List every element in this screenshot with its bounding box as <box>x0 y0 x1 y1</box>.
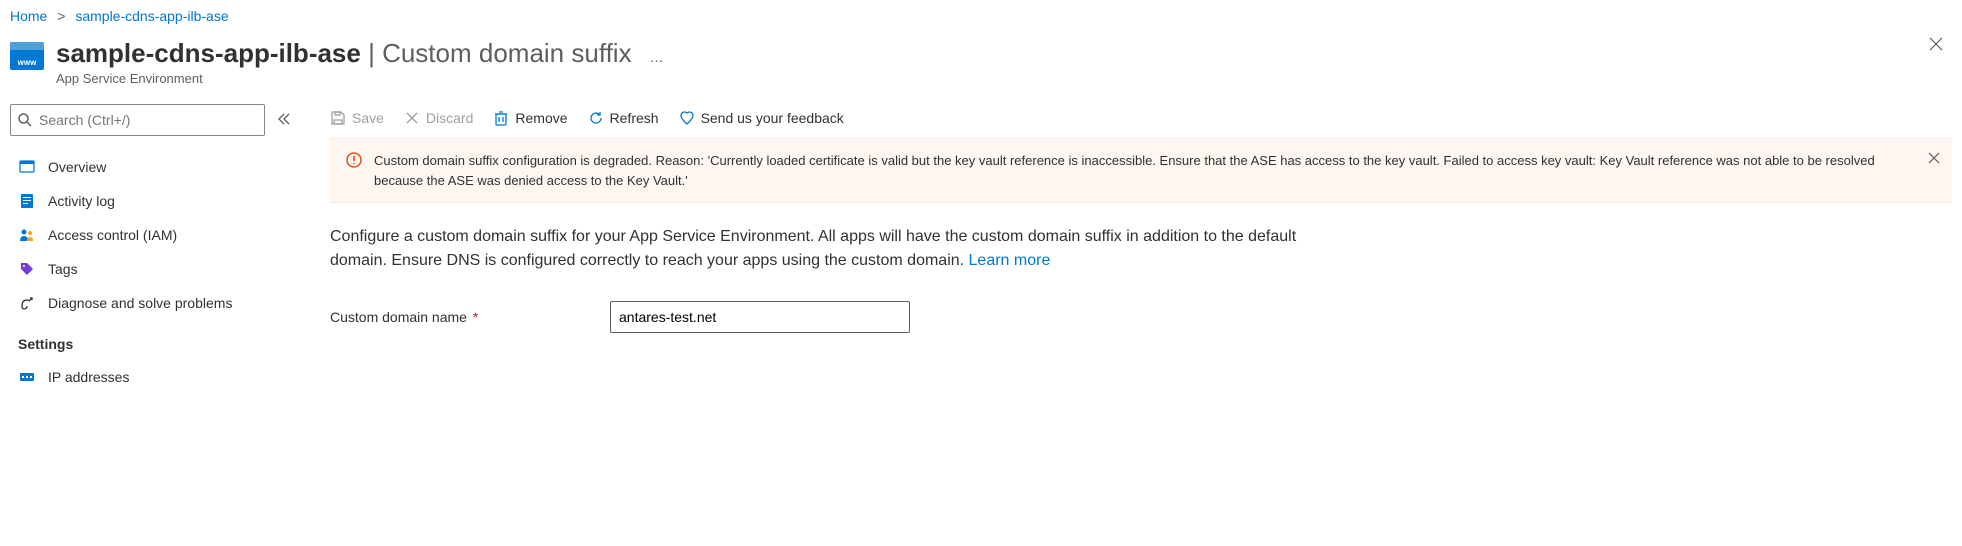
notification-bar: Custom domain suffix configuration is de… <box>330 138 1952 203</box>
sidebar-item-diagnose[interactable]: Diagnose and solve problems <box>10 286 300 320</box>
page-title-separator: | <box>361 38 382 68</box>
required-indicator: * <box>473 309 478 325</box>
sidebar-item-tags[interactable]: Tags <box>10 252 300 286</box>
heart-icon <box>679 110 695 126</box>
activity-log-icon <box>18 192 36 210</box>
sidebar-item-label: Diagnose and solve problems <box>48 295 232 311</box>
learn-more-link[interactable]: Learn more <box>969 252 1051 269</box>
description-text: Configure a custom domain suffix for you… <box>330 225 1330 273</box>
diagnose-icon <box>18 294 36 312</box>
sidebar-item-label: Activity log <box>48 193 115 209</box>
sidebar-item-activity-log[interactable]: Activity log <box>10 184 300 218</box>
feedback-button[interactable]: Send us your feedback <box>679 110 844 126</box>
discard-button[interactable]: Discard <box>404 110 473 126</box>
notification-close-button[interactable] <box>1928 151 1940 167</box>
page-section-title: Custom domain suffix <box>382 38 632 68</box>
access-control-icon <box>18 226 36 244</box>
chevron-double-left-icon <box>277 112 291 126</box>
sidebar-item-label: Overview <box>48 159 106 175</box>
tags-icon <box>18 260 36 278</box>
save-icon <box>330 110 346 126</box>
refresh-icon <box>588 110 604 126</box>
remove-button[interactable]: Remove <box>493 110 567 126</box>
resource-icon-label: www <box>18 58 37 67</box>
header-more-button[interactable]: … <box>649 49 664 65</box>
sidebar-item-label: Access control (IAM) <box>48 227 177 243</box>
ip-addresses-icon <box>18 368 36 386</box>
toolbar-label: Send us your feedback <box>701 110 844 126</box>
close-button[interactable] <box>1928 36 1944 55</box>
sidebar: Overview Activity log Access control (IA… <box>0 104 300 394</box>
main-content: Save Discard Remove <box>300 104 1962 394</box>
warning-icon <box>346 152 362 190</box>
toolbar-label: Remove <box>515 110 567 126</box>
description-body: Configure a custom domain suffix for you… <box>330 228 1296 269</box>
save-button[interactable]: Save <box>330 110 384 126</box>
custom-domain-label: Custom domain name * <box>330 309 610 325</box>
page-subtitle: App Service Environment <box>56 71 1952 86</box>
sidebar-item-ip-addresses[interactable]: IP addresses <box>10 360 300 394</box>
toolbar-label: Discard <box>426 110 473 126</box>
app-service-environment-icon: www <box>10 42 44 70</box>
notification-text: Custom domain suffix configuration is de… <box>374 151 1912 190</box>
sidebar-search-input[interactable] <box>10 104 265 136</box>
toolbar-label: Refresh <box>610 110 659 126</box>
page-header: www sample-cdns-app-ilb-ase | Custom dom… <box>0 28 1962 104</box>
breadcrumb-resource[interactable]: sample-cdns-app-ilb-ase <box>75 8 228 24</box>
breadcrumb-separator: > <box>57 8 65 24</box>
sidebar-item-label: IP addresses <box>48 369 129 385</box>
breadcrumb: Home > sample-cdns-app-ilb-ase <box>0 0 1962 28</box>
sidebar-item-overview[interactable]: Overview <box>10 150 300 184</box>
close-icon <box>1928 36 1944 52</box>
custom-domain-input[interactable] <box>610 301 910 333</box>
trash-icon <box>493 110 509 126</box>
breadcrumb-home[interactable]: Home <box>10 8 47 24</box>
custom-domain-row: Custom domain name * <box>330 301 1952 333</box>
overview-icon <box>18 158 36 176</box>
toolbar-label: Save <box>352 110 384 126</box>
close-icon <box>1928 152 1940 164</box>
discard-icon <box>404 110 420 126</box>
sidebar-collapse-button[interactable] <box>277 112 291 129</box>
sidebar-section-settings: Settings <box>10 320 300 360</box>
sidebar-item-label: Tags <box>48 261 78 277</box>
sidebar-item-access-control[interactable]: Access control (IAM) <box>10 218 300 252</box>
toolbar: Save Discard Remove <box>330 104 1952 138</box>
refresh-button[interactable]: Refresh <box>588 110 659 126</box>
page-title: sample-cdns-app-ilb-ase <box>56 38 361 68</box>
form-label-text: Custom domain name <box>330 309 467 325</box>
